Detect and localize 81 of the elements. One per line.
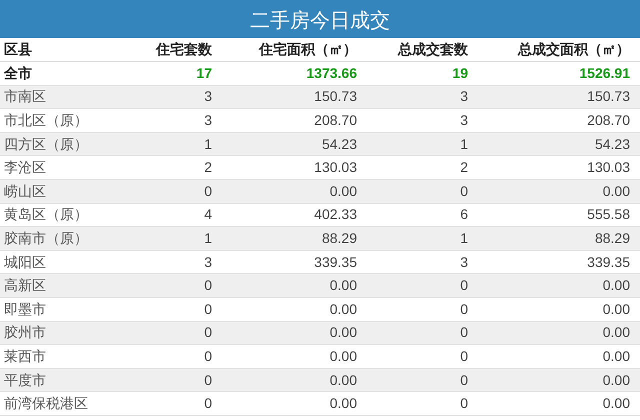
table-cell-text: 崂山区 xyxy=(4,182,47,201)
table-cell-text: 0.00 xyxy=(328,323,357,342)
table-cell-text: 0 xyxy=(203,300,212,319)
table-cell-text: 0 xyxy=(203,346,212,366)
table-cell-text: 0 xyxy=(459,300,468,319)
table-cell-text: 城阳区 xyxy=(4,252,47,272)
column-header: 住宅套数 xyxy=(154,40,212,59)
table-cell-text: 0 xyxy=(203,276,212,296)
table-cell-text: 0 xyxy=(459,346,468,366)
column-header: 总成交面积（㎡） xyxy=(516,40,630,59)
table-cell-text: 市南区 xyxy=(4,87,47,106)
table-cell-text: 0.00 xyxy=(328,370,357,390)
table-cell-text: 555.58 xyxy=(586,205,630,224)
table-cell-text: 150.73 xyxy=(313,87,357,106)
table-cell-text: 3 xyxy=(459,110,468,130)
table-cell-text: 全市 xyxy=(4,64,33,83)
table-cell-text: 黄岛区（原） xyxy=(4,205,89,224)
table-cell-text: 0.00 xyxy=(328,300,357,319)
table-cell-text: 0.00 xyxy=(328,346,357,366)
table-cell-text: 6 xyxy=(459,205,468,224)
table-cell-text: 19 xyxy=(451,64,468,83)
table-cell-text: 88.29 xyxy=(320,228,357,248)
table-cell-text: 胶南市（原） xyxy=(4,228,89,248)
table-cell-text: 2 xyxy=(203,158,212,178)
table-cell-text: 1 xyxy=(203,134,212,154)
table-cell-text: 339.35 xyxy=(313,252,357,272)
table-cell-text: 0 xyxy=(203,182,212,201)
table-cell-text: 4 xyxy=(203,205,212,224)
table-cell-text: 3 xyxy=(203,252,212,272)
table-cell-text: 平度市 xyxy=(4,370,47,390)
table-cell-text: 市北区（原） xyxy=(4,110,89,130)
table-cell-text: 3 xyxy=(203,110,212,130)
table-cell-text: 0.00 xyxy=(602,323,630,342)
table-cell-text: 四方区（原） xyxy=(4,134,89,154)
table-cell-text: 402.33 xyxy=(313,205,357,224)
table-cell-text: 0 xyxy=(459,276,468,296)
table-cell-text: 1 xyxy=(459,134,468,154)
table-cell-text: 1526.91 xyxy=(578,64,630,83)
table-cell-text: 54.23 xyxy=(594,134,630,154)
table-cell-text: 3 xyxy=(459,87,468,106)
table-cell-text: 3 xyxy=(459,252,468,272)
table-cell-text: 54.23 xyxy=(320,134,357,154)
table-cell-text: 0 xyxy=(459,370,468,390)
table-cell-text: 0 xyxy=(459,182,468,201)
table-cell-text: 高新区 xyxy=(4,276,47,296)
table-cell-text: 208.70 xyxy=(313,110,357,130)
table-cell-text: 李沧区 xyxy=(4,158,47,178)
table-cell-text: 0.00 xyxy=(328,394,357,414)
table-cell-text: 130.03 xyxy=(313,158,357,178)
table-cell-text: 0.00 xyxy=(602,394,630,414)
table-cell-text: 前湾保税港区 xyxy=(4,394,89,414)
table-cell-text: 0 xyxy=(459,394,468,414)
table-cell-text: 1 xyxy=(203,228,212,248)
table-cell-text: 88.29 xyxy=(594,228,630,248)
table-cell-text: 150.73 xyxy=(586,87,630,106)
table-cell-text: 1373.66 xyxy=(305,64,357,83)
table-cell-text: 208.70 xyxy=(586,110,630,130)
table-cell-text: 0.00 xyxy=(602,300,630,319)
table-cell-text: 莱西市 xyxy=(4,346,47,366)
table-cell-text: 即墨市 xyxy=(4,300,47,319)
column-header: 总成交套数 xyxy=(396,40,468,59)
table-cell-text: 胶州市 xyxy=(4,323,47,342)
table-cell-text: 0 xyxy=(203,323,212,342)
table-cell-text: 0.00 xyxy=(328,182,357,201)
table-cell-text: 0.00 xyxy=(602,346,630,366)
table-cell-text: 2 xyxy=(459,158,468,178)
table-cell-text: 0.00 xyxy=(602,276,630,296)
column-header: 住宅面积（㎡） xyxy=(258,40,357,59)
table-cell-text: 17 xyxy=(195,64,212,83)
table-cell-text: 1 xyxy=(459,228,468,248)
column-header: 区县 xyxy=(4,40,33,59)
table-cell-text: 0 xyxy=(203,394,212,414)
table-cell-text: 0.00 xyxy=(602,370,630,390)
table-cell-text: 0 xyxy=(459,323,468,342)
table-cell-text: 3 xyxy=(203,87,212,106)
table-cell-text: 339.35 xyxy=(586,252,630,272)
table-cell-text: 0.00 xyxy=(602,182,630,201)
table-cell-text: 0 xyxy=(203,370,212,390)
page-title: 二手房今日成交 xyxy=(250,9,390,34)
table-cell-text: 130.03 xyxy=(586,158,630,178)
table-cell-text: 0.00 xyxy=(328,276,357,296)
